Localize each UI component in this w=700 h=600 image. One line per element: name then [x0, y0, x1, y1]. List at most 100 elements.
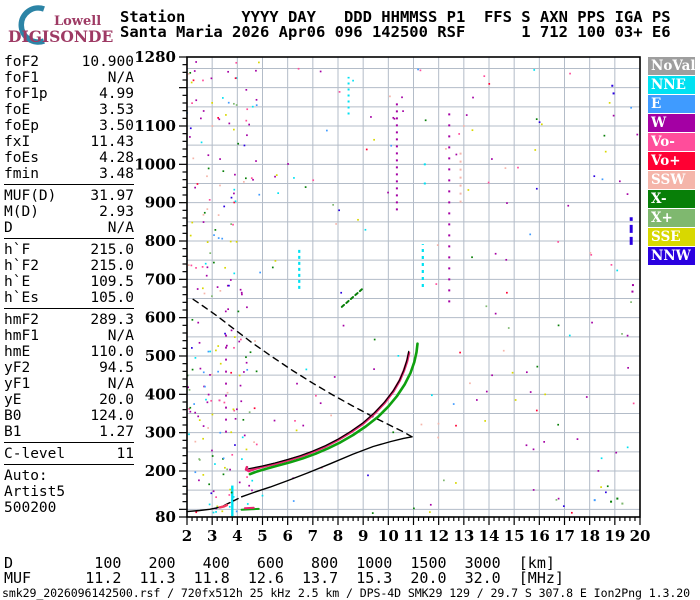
noise-dot: [197, 415, 200, 418]
noise-dot: [271, 266, 274, 269]
noise-dot: [494, 312, 497, 315]
x-tick-label: 17: [554, 527, 575, 545]
noise-dot: [632, 402, 635, 405]
noise-dot: [293, 177, 295, 179]
noise-dot: [338, 91, 341, 93]
noise-dot: [615, 451, 618, 454]
x-tick-label: 13: [453, 527, 474, 545]
noise-dot: [210, 399, 213, 402]
noise-dot: [445, 147, 447, 150]
noise-dot: [296, 382, 298, 385]
noise-dot: [514, 399, 517, 401]
noise-dot: [241, 293, 243, 296]
noise-dot: [248, 411, 251, 414]
noise-dot: [224, 310, 227, 313]
noise-dot: [487, 181, 490, 184]
noise-dot: [557, 241, 560, 243]
x-tick-label: 20: [630, 527, 651, 545]
noise-dot: [241, 436, 244, 439]
noise-dot: [207, 427, 209, 429]
noise-dot: [217, 237, 220, 239]
noise-dot: [423, 182, 426, 185]
noise-dot: [229, 488, 231, 491]
noise-dot: [604, 150, 607, 153]
noise-dot: [226, 468, 229, 471]
noise-dot: [244, 177, 247, 180]
noise-dot: [206, 241, 209, 243]
noise-dot: [626, 193, 629, 195]
y-tick-label: 200: [145, 462, 176, 480]
noise-dot: [209, 252, 212, 255]
noise-dot: [204, 262, 207, 265]
y-tick-label: 600: [145, 309, 176, 327]
noise-dot: [194, 471, 197, 474]
noise-dot: [610, 263, 613, 266]
noise-dot: [392, 431, 395, 434]
x-tick-label: 14: [479, 527, 500, 545]
x-tick-label: 19: [604, 527, 625, 545]
noise-dot: [249, 351, 252, 354]
noise-dot: [621, 502, 624, 505]
noise-dot: [205, 274, 208, 277]
noise-dot: [187, 73, 190, 75]
noise-dot: [305, 368, 308, 371]
noise-dot: [229, 240, 232, 243]
noise-dot: [371, 512, 374, 514]
noise-dot: [250, 177, 253, 180]
noise-dot: [209, 374, 211, 376]
y-tick-label: 80: [155, 508, 176, 526]
noise-dot: [211, 449, 213, 452]
noise-dot: [193, 70, 196, 72]
noise-dot: [202, 425, 205, 427]
noise-dot: [294, 419, 296, 422]
noise-dot: [202, 110, 205, 112]
legend-item-sse: SSE: [648, 228, 695, 246]
noise-dot: [235, 61, 238, 64]
noise-dot: [225, 114, 227, 116]
noise-dot: [437, 422, 440, 425]
noise-dot: [261, 494, 264, 497]
noise-dot: [610, 500, 613, 503]
noise-dot: [616, 497, 619, 500]
noise-dot: [230, 223, 232, 225]
noise-dot: [469, 382, 471, 385]
noise-dot: [590, 253, 593, 256]
noise-dot: [593, 499, 596, 502]
noise-dot: [259, 271, 261, 274]
legend-item-e: E: [648, 95, 695, 113]
noise-dot: [255, 69, 257, 72]
noise-dot: [198, 459, 201, 461]
noise-dot: [233, 128, 235, 131]
noise-dot: [222, 473, 225, 476]
noise-dot: [593, 175, 596, 178]
noise-dot: [206, 266, 209, 269]
noise-dot: [532, 489, 535, 491]
noise-dot: [443, 479, 445, 482]
noise-dot: [335, 223, 337, 225]
noise-dot: [485, 305, 488, 308]
noise-dot: [606, 485, 609, 488]
noise-dot: [217, 116, 220, 119]
noise-dot: [190, 81, 193, 84]
noise-dot: [258, 61, 260, 64]
noise-dot: [206, 175, 208, 178]
noise-dot: [230, 329, 233, 332]
noise-dot: [211, 102, 213, 104]
noise-dot: [231, 453, 234, 456]
noise-dot: [485, 390, 488, 393]
noise-dot: [232, 223, 234, 226]
noise-dot: [202, 474, 205, 476]
noise-dot: [229, 468, 231, 471]
noise-dot: [600, 486, 602, 488]
noise-dot: [608, 102, 611, 104]
noise-dot: [233, 272, 236, 275]
noise-dot: [601, 178, 604, 181]
noise-dot: [591, 321, 593, 324]
noise-dot: [228, 122, 231, 125]
noise-dot: [569, 72, 571, 75]
noise-dot: [219, 290, 222, 292]
noise-dot: [205, 398, 207, 401]
noise-dot: [235, 104, 238, 106]
noise-dot: [603, 134, 606, 137]
noise-dot: [242, 418, 245, 421]
